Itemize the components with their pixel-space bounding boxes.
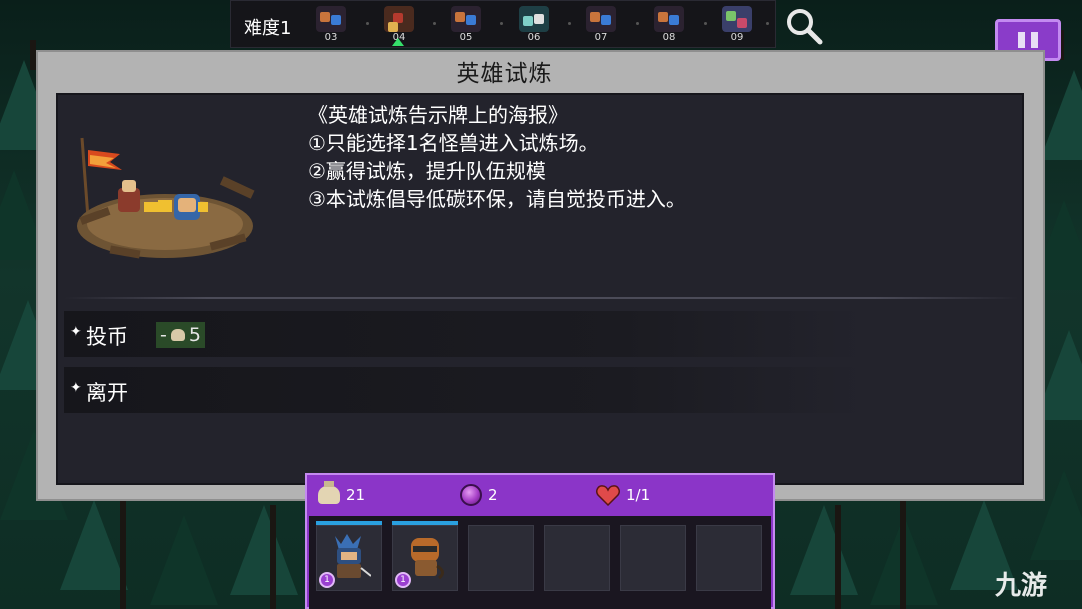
current-stage-marker (392, 38, 404, 46)
enemy-group-icon (316, 6, 346, 32)
search-icon[interactable] (784, 6, 824, 46)
team-slot-2[interactable]: 1 (392, 521, 458, 591)
poster-rule-1: ①只能选择1名怪兽进入试炼场。 (308, 131, 599, 155)
option-label: 投币 (86, 325, 128, 349)
stage-07[interactable]: 07 (580, 4, 622, 44)
enemy-group-icon (586, 6, 616, 32)
heart-icon (596, 485, 620, 506)
divider (64, 297, 1018, 299)
boss-icon (384, 6, 414, 32)
enemy-group-icon (451, 6, 481, 32)
poster-title: 《英雄试炼告示牌上的海报》 (308, 103, 568, 127)
option-label: 离开 (86, 381, 128, 405)
difficulty-label: 难度1 (244, 18, 292, 39)
level-badge: 1 (395, 572, 411, 588)
team-slot-4[interactable] (544, 525, 610, 591)
stage-05[interactable]: 05 (445, 4, 487, 44)
bag-counter: 21 (318, 481, 365, 507)
event-icon (519, 6, 549, 32)
trial-arena-illustration (77, 137, 255, 259)
stage-03[interactable]: 03 (310, 4, 352, 44)
shop-icon (722, 6, 752, 32)
watermark-text: 九游 (995, 571, 1048, 601)
option-leave[interactable]: ✦ 离开 (64, 367, 864, 413)
level-badge: 1 (319, 572, 335, 588)
team-slot-6[interactable] (696, 525, 762, 591)
stage-09[interactable]: 09 (716, 4, 758, 44)
stage-06[interactable]: 06 (513, 4, 555, 44)
coin-cost-badge: - 5 (156, 322, 205, 348)
gem-icon (460, 484, 482, 506)
coin-bag-icon (170, 329, 185, 341)
panel-title: 英雄试炼 (456, 61, 553, 87)
gem-counter: 2 (460, 483, 498, 507)
team-slot-3[interactable] (468, 525, 534, 591)
option-bullet-icon: ✦ (70, 380, 82, 396)
poster-rule-3: ③本试炼倡导低碳环保，请自觉投币进入。 (308, 187, 686, 211)
option-insert-coin[interactable]: ✦ 投币 - 5 (64, 311, 864, 357)
poster-rule-2: ②赢得试炼，提升队伍规模 (308, 159, 546, 183)
watermark: 九游 (995, 565, 1080, 605)
poster-text: 《英雄试炼告示牌上的海报》 ①只能选择1名怪兽进入试炼场。 ②赢得试炼，提升队伍… (308, 101, 686, 213)
coin-bag-icon (318, 481, 340, 504)
stage-08[interactable]: 08 (648, 4, 690, 44)
enemy-group-icon (654, 6, 684, 32)
team-slot-5[interactable] (620, 525, 686, 591)
team-slot-1[interactable]: 1 (316, 521, 382, 591)
option-bullet-icon: ✦ (70, 324, 82, 340)
heart-counter: 1/1 (596, 483, 650, 507)
